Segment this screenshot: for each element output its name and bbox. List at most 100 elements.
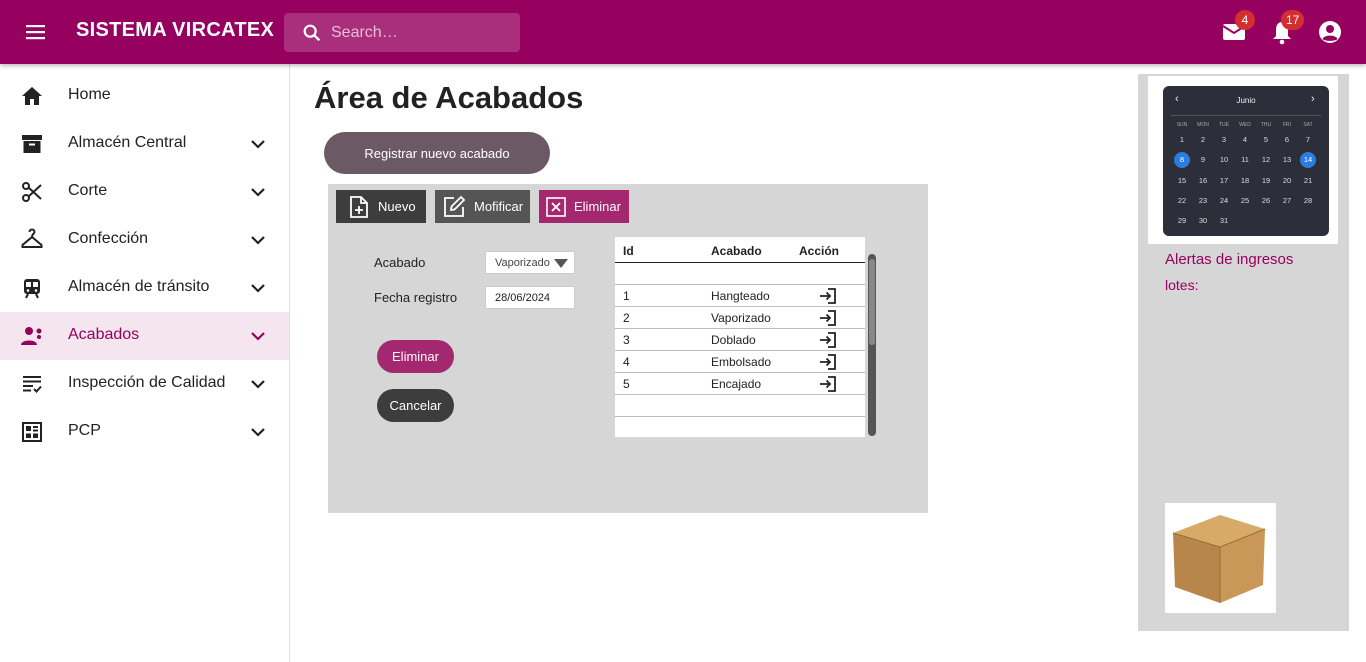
chevron-down-icon <box>251 428 265 437</box>
calendar-day[interactable]: 12 <box>1258 152 1274 168</box>
row-divider <box>615 372 865 373</box>
delete-box-icon <box>546 196 566 217</box>
calendar-day[interactable]: 18 <box>1237 173 1253 189</box>
calendar-day[interactable]: 5 <box>1258 132 1274 148</box>
calendar-day[interactable]: 6 <box>1279 132 1295 148</box>
row-divider <box>615 350 865 351</box>
calendar-day[interactable]: 4 <box>1237 132 1253 148</box>
table-scrollbar[interactable] <box>868 254 876 436</box>
acabado-select[interactable]: Vaporizado <box>485 251 575 274</box>
calendar-day[interactable]: 20 <box>1279 173 1295 189</box>
calendar-weekday: SAT <box>1303 122 1313 128</box>
eliminar-button[interactable]: Eliminar <box>377 340 454 373</box>
calendar-day[interactable]: 17 <box>1216 173 1232 189</box>
calendar-day[interactable]: 15 <box>1174 173 1190 189</box>
dashboard-icon <box>22 422 42 442</box>
new-button-label: Nuevo <box>378 199 416 214</box>
fecha-registro-label: Fecha registro <box>374 290 458 305</box>
acabado-label: Acabado <box>374 255 426 270</box>
calendar-day[interactable]: 14 <box>1300 152 1316 169</box>
calendar-day[interactable]: 28 <box>1300 193 1316 209</box>
login-arrow-icon[interactable] <box>819 309 837 327</box>
calendar-day[interactable]: 7 <box>1300 132 1316 148</box>
chevron-down-icon <box>251 284 265 293</box>
calendar-day[interactable]: 8 <box>1174 152 1190 169</box>
train-icon <box>24 279 40 299</box>
right-panel: ‹ Junio › SUN MON TUE WED THU FRI SAT 1 2 3 4 5 6 7 8 9… <box>1138 74 1349 631</box>
calendar-day[interactable]: 9 <box>1195 152 1211 168</box>
account-icon[interactable] <box>1316 18 1344 46</box>
sidebar-item-label: Confección <box>68 230 149 247</box>
sidebar-item-label: Inspección de Calidad <box>68 374 226 391</box>
login-arrow-icon[interactable] <box>819 287 837 305</box>
sidebar-item-confeccion[interactable]: Confección <box>0 216 289 264</box>
calendar-next-icon[interactable]: › <box>1311 93 1315 105</box>
register-new-acabado-button[interactable]: Registrar nuevo acabado <box>324 132 550 174</box>
calendar-day[interactable]: 27 <box>1279 193 1295 209</box>
calendar-day[interactable]: 21 <box>1300 173 1316 189</box>
calendar-day[interactable]: 26 <box>1258 193 1274 209</box>
calendar-weekday: FRI <box>1282 122 1292 128</box>
cell-id: 4 <box>623 355 630 369</box>
acabados-table: Id Acabado Acción 1 Hangteado 2 Vaporiza… <box>615 237 865 437</box>
sidebar-item-almacen-transito[interactable]: Almacén de tránsito <box>0 264 289 312</box>
row-divider <box>615 394 865 395</box>
calendar-day[interactable]: 1 <box>1174 132 1190 148</box>
scrollbar-thumb[interactable] <box>869 259 875 345</box>
chevron-down-icon <box>251 332 265 341</box>
column-header-id: Id <box>623 244 634 258</box>
row-divider <box>615 328 865 329</box>
chevron-down-icon <box>251 140 265 149</box>
delete-toolbar-label: Eliminar <box>574 199 621 214</box>
calendar-day[interactable]: 25 <box>1237 193 1253 209</box>
calendar-day[interactable]: 10 <box>1216 152 1232 168</box>
search-input[interactable] <box>331 13 511 52</box>
sidebar-item-acabados[interactable]: Acabados <box>0 312 289 360</box>
new-button[interactable]: Nuevo <box>336 190 426 223</box>
sidebar-item-pcp[interactable]: PCP <box>0 408 289 456</box>
mail-badge: 4 <box>1235 10 1255 30</box>
calendar-day[interactable]: 2 <box>1195 132 1211 148</box>
sidebar-item-home[interactable]: Home <box>0 72 289 120</box>
edit-icon <box>444 195 466 217</box>
cell-acabado: Vaporizado <box>711 311 771 325</box>
cell-id: 1 <box>623 289 630 303</box>
calendar-day[interactable]: 30 <box>1195 213 1211 229</box>
cell-id: 2 <box>623 311 630 325</box>
login-arrow-icon[interactable] <box>819 331 837 349</box>
calendar-day[interactable]: 24 <box>1216 193 1232 209</box>
calendar-day[interactable]: 23 <box>1195 193 1211 209</box>
login-arrow-icon[interactable] <box>819 353 837 371</box>
calendar-day[interactable]: 19 <box>1258 173 1274 189</box>
menu-icon[interactable] <box>22 20 50 44</box>
cell-acabado: Embolsado <box>711 355 772 369</box>
login-arrow-icon[interactable] <box>819 375 837 393</box>
calendar-day[interactable]: 22 <box>1174 193 1190 209</box>
search-box <box>284 13 520 52</box>
hanger-icon <box>21 228 43 248</box>
calendar-month: Junio <box>1236 96 1256 105</box>
sidebar-item-label: PCP <box>68 422 101 439</box>
sidebar-item-inspeccion-calidad[interactable]: Inspección de Calidad <box>0 360 289 408</box>
cell-acabado: Encajado <box>711 377 762 391</box>
cell-acabado: Doblado <box>711 333 756 347</box>
calendar-day[interactable]: 29 <box>1174 213 1190 229</box>
calendar-day[interactable]: 16 <box>1195 173 1211 189</box>
cell-acabado: Hangteado <box>711 289 770 303</box>
calendar-day[interactable]: 3 <box>1216 132 1232 148</box>
new-document-icon <box>350 195 368 218</box>
fecha-registro-field[interactable]: 28/06/2024 <box>485 286 575 309</box>
modify-button[interactable]: Mofificar <box>435 190 530 223</box>
sidebar-item-almacen-central[interactable]: Almacén Central <box>0 120 289 168</box>
row-divider <box>615 284 865 285</box>
cancelar-button[interactable]: Cancelar <box>377 389 454 422</box>
calendar-day[interactable]: 11 <box>1237 152 1253 168</box>
calendar-day[interactable]: 13 <box>1279 152 1295 168</box>
sidebar-item-corte[interactable]: Corte <box>0 168 289 216</box>
app-title: SISTEMA VIRCATEX <box>76 19 275 41</box>
delete-toolbar-button[interactable]: Eliminar <box>539 190 629 223</box>
acabado-select-value: Vaporizado <box>495 257 550 269</box>
page-title: Área de Acabados <box>314 80 584 115</box>
calendar-divider <box>1171 115 1321 116</box>
calendar-day[interactable]: 31 <box>1216 213 1232 229</box>
